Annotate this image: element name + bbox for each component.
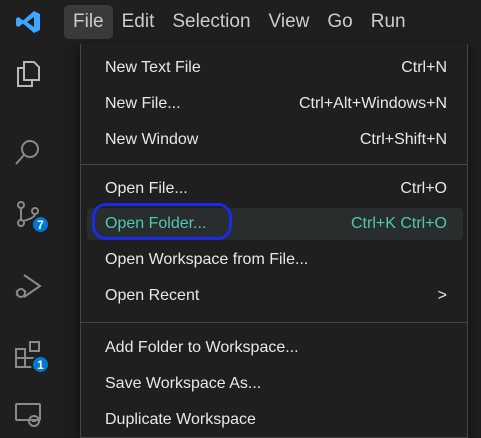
menu-item-new-file[interactable]: New File... Ctrl+Alt+Windows+N <box>87 88 463 120</box>
menu-selection[interactable]: Selection <box>163 5 259 39</box>
menu-item-shortcut: Ctrl+Alt+Windows+N <box>298 95 447 112</box>
source-control-badge: 7 <box>31 215 50 234</box>
menu-item-open-recent[interactable]: Open Recent > <box>87 280 463 312</box>
menu-item-label: Duplicate Workspace <box>105 411 256 428</box>
submenu-chevron-right-icon: > <box>437 287 447 304</box>
menu-item-label: Open Folder... <box>105 215 207 232</box>
title-bar: File Edit Selection View Go Run <box>0 0 481 44</box>
menu-item-save-workspace-as[interactable]: Save Workspace As... <box>87 368 463 400</box>
menu-item-new-window[interactable]: New Window Ctrl+Shift+N <box>87 124 463 156</box>
menu-file[interactable]: File <box>64 5 113 39</box>
source-control-icon[interactable]: 7 <box>8 194 50 234</box>
menu-item-new-text-file[interactable]: New Text File Ctrl+N <box>87 52 463 84</box>
menu-bar: File Edit Selection View Go Run <box>64 0 415 44</box>
menu-item-open-workspace-from-file[interactable]: Open Workspace from File... <box>87 244 463 276</box>
menu-separator <box>81 322 467 323</box>
extensions-icon[interactable]: 1 <box>8 334 50 374</box>
menu-run[interactable]: Run <box>362 5 415 39</box>
menu-item-open-file[interactable]: Open File... Ctrl+O <box>87 173 463 205</box>
menu-item-shortcut: Ctrl+K Ctrl+O <box>350 215 447 232</box>
file-menu-dropdown: New Text File Ctrl+N New File... Ctrl+Al… <box>80 44 468 438</box>
menu-item-label: Open File... <box>105 180 188 197</box>
menu-item-open-folder[interactable]: Open Folder... Ctrl+K Ctrl+O <box>87 208 463 240</box>
menu-item-add-folder-to-workspace[interactable]: Add Folder to Workspace... <box>87 332 463 364</box>
menu-separator <box>81 164 467 165</box>
menu-item-label: Open Workspace from File... <box>105 251 309 268</box>
menu-item-label: Save Workspace As... <box>105 375 262 392</box>
run-debug-icon[interactable] <box>8 266 48 306</box>
menu-edit[interactable]: Edit <box>113 5 164 39</box>
menu-view[interactable]: View <box>260 5 319 39</box>
menu-item-label: Add Folder to Workspace... <box>105 339 299 356</box>
explorer-icon[interactable] <box>8 54 48 94</box>
menu-item-duplicate-workspace[interactable]: Duplicate Workspace <box>87 404 463 436</box>
menu-item-shortcut: Ctrl+Shift+N <box>359 131 447 148</box>
activity-bar: 7 1 <box>0 44 56 438</box>
menu-item-shortcut: Ctrl+O <box>400 180 447 197</box>
vscode-logo-icon[interactable] <box>0 0 56 44</box>
menu-item-label: New Window <box>105 131 199 148</box>
menu-item-label: Open Recent <box>105 287 200 304</box>
menu-go[interactable]: Go <box>318 5 361 39</box>
menu-item-shortcut: Ctrl+N <box>401 59 447 76</box>
search-icon[interactable] <box>8 132 48 172</box>
menu-item-label: New Text File <box>105 59 201 76</box>
menu-item-label: New File... <box>105 95 181 112</box>
extensions-badge: 1 <box>31 355 50 374</box>
remote-explorer-icon[interactable] <box>8 394 48 434</box>
